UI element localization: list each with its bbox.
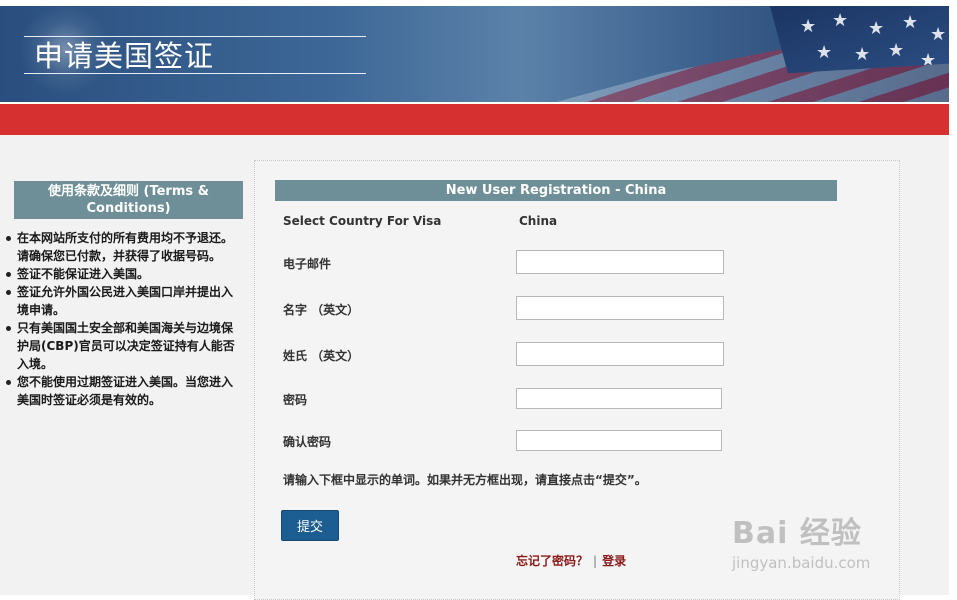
star-icon: ★ bbox=[888, 40, 905, 61]
star-icon: ★ bbox=[854, 44, 871, 65]
email-field[interactable] bbox=[516, 250, 724, 274]
email-label: 电子邮件 bbox=[283, 257, 332, 271]
terms-list-item: 您不能使用过期签证进入美国。当您进入美国时签证必须是有效的。 bbox=[6, 373, 242, 409]
confirm-password-label: 确认密码 bbox=[283, 435, 332, 449]
link-separator: | bbox=[593, 554, 598, 568]
registration-heading: New User Registration - China bbox=[275, 180, 837, 201]
terms-heading: 使用条款及细则 (Terms & Conditions) bbox=[14, 181, 243, 219]
star-icon: ★ bbox=[800, 16, 817, 37]
baidu-watermark: Bai 经验 jingyan.baidu.com bbox=[732, 508, 922, 578]
watermark-url: jingyan.baidu.com bbox=[732, 554, 871, 572]
captcha-hint: 请输入下框中显示的单词。如果并无方框出现，请直接点击“提交”。 bbox=[283, 473, 647, 487]
account-links: 忘记了密码？ | 登录 bbox=[516, 552, 626, 569]
surname-label: 姓氏 （英文） bbox=[283, 349, 360, 363]
header-banner: ★ ★ ★ ★ ★ ★ ★ ★ ★ 申请美国签证 bbox=[0, 6, 949, 102]
terms-list-item: 只有美国国土安全部和美国海关与边境保护局(CBP)官员可以决定签证持有人能否入境… bbox=[6, 319, 242, 373]
star-icon: ★ bbox=[868, 18, 885, 39]
surname-field[interactable] bbox=[516, 342, 724, 366]
submit-button[interactable]: 提交 bbox=[281, 510, 339, 541]
confirm-password-field[interactable] bbox=[516, 430, 722, 451]
terms-list: 在本网站所支付的所有费用均不予退还。请确保您已付款，并获得了收据号码。 签证不能… bbox=[6, 229, 242, 409]
country-value: China bbox=[519, 214, 558, 228]
terms-list-item: 在本网站所支付的所有费用均不予退还。请确保您已付款，并获得了收据号码。 bbox=[6, 229, 242, 265]
watermark-logo-text: Bai 经验 bbox=[732, 516, 862, 551]
red-nav-bar bbox=[0, 104, 949, 135]
page-title: 申请美国签证 bbox=[34, 39, 215, 73]
star-icon: ★ bbox=[902, 12, 919, 33]
password-label: 密码 bbox=[283, 393, 308, 407]
star-icon: ★ bbox=[930, 24, 947, 45]
title-rule-bottom bbox=[24, 73, 366, 74]
forgot-password-link[interactable]: 忘记了密码？ bbox=[516, 554, 588, 568]
star-icon: ★ bbox=[816, 42, 833, 63]
given-name-label: 名字 （英文） bbox=[283, 303, 360, 317]
password-field[interactable] bbox=[516, 388, 722, 409]
given-name-field[interactable] bbox=[516, 296, 724, 320]
terms-list-item: 签证不能保证进入美国。 bbox=[6, 265, 242, 283]
title-rule-top bbox=[24, 36, 366, 37]
login-link[interactable]: 登录 bbox=[602, 554, 626, 568]
star-icon: ★ bbox=[832, 10, 849, 31]
country-label: Select Country For Visa bbox=[283, 214, 442, 228]
terms-list-item: 签证允许外国公民进入美国口岸并提出入境申请。 bbox=[6, 283, 242, 319]
